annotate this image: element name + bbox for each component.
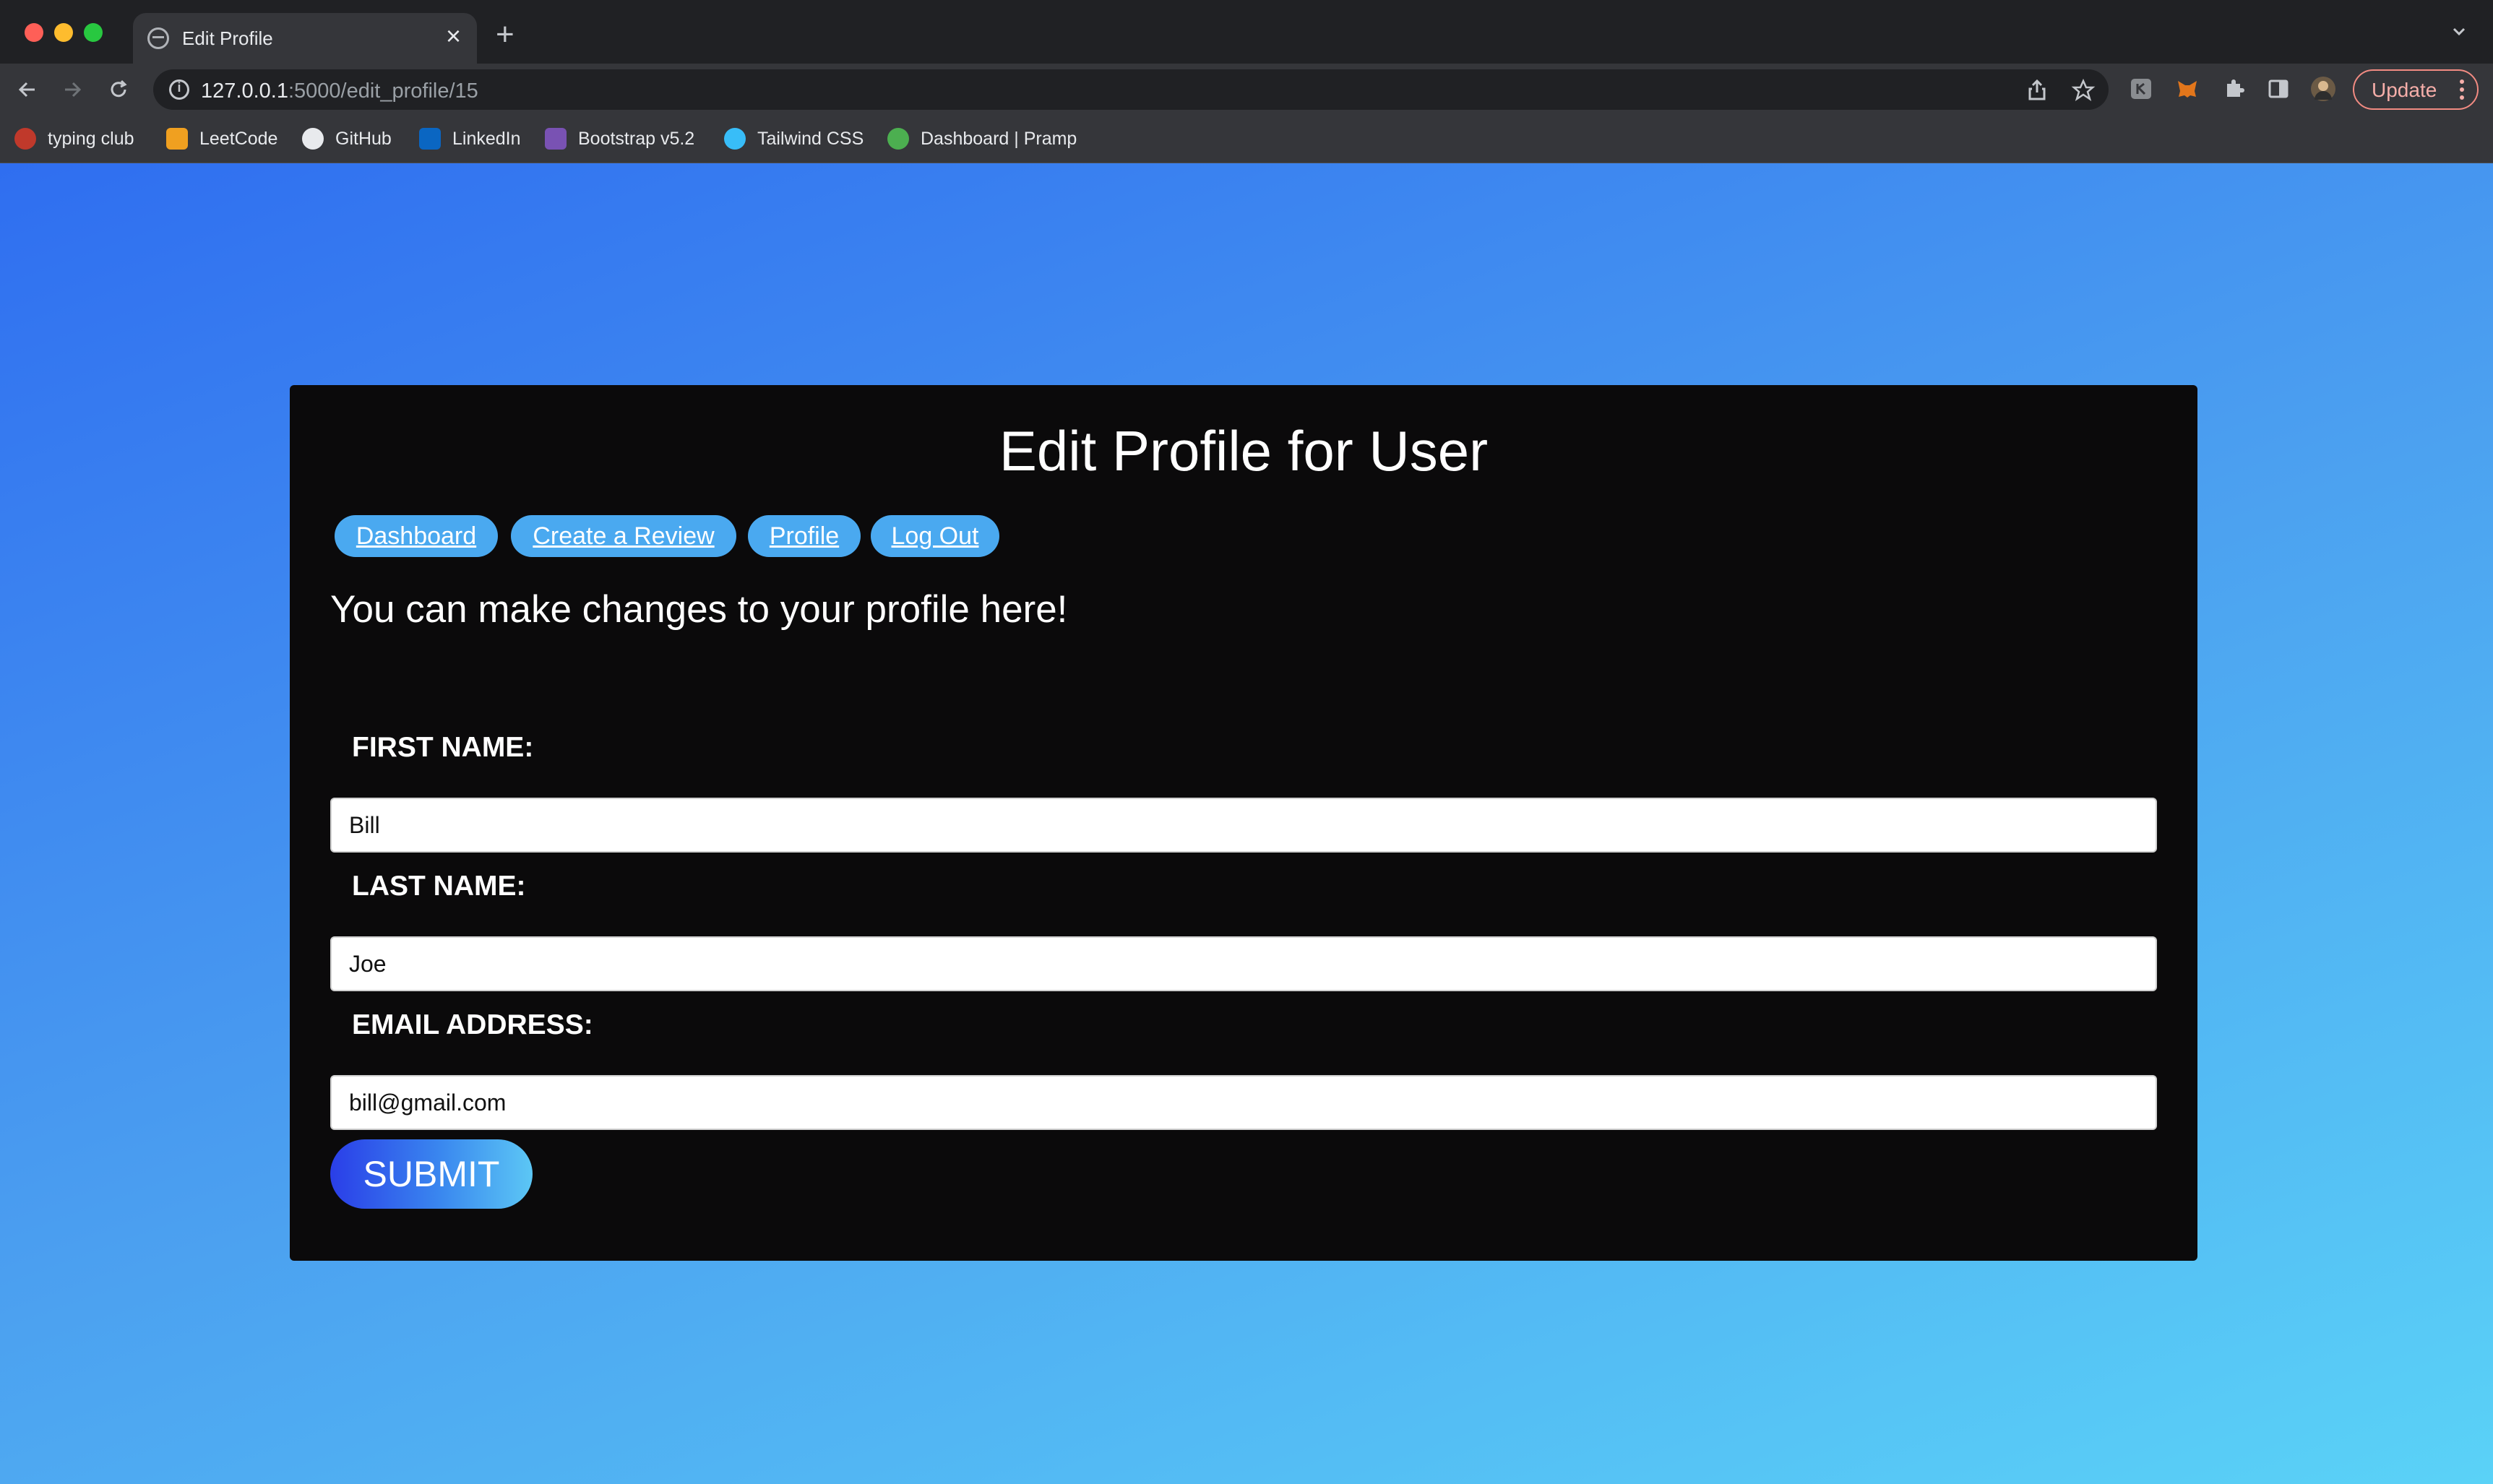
page-title: Edit Profile for User [999,419,1489,483]
submit-button[interactable]: SUBMIT [330,1139,533,1209]
typing-club-icon [14,128,36,150]
first-name-label: FIRST NAME: [352,732,534,763]
browser-tab-strip: Edit Profile × + [0,0,2493,64]
pramp-icon [887,128,909,150]
side-panel-icon[interactable] [2266,77,2291,101]
reload-icon[interactable] [106,77,132,103]
bookmark-star-icon[interactable] [2071,78,2096,103]
nav-logout-link[interactable]: Log Out [871,515,999,557]
minimize-window-button[interactable] [54,23,73,42]
share-icon[interactable] [2025,78,2049,103]
nav-dashboard-link[interactable]: Dashboard [335,515,498,557]
tab-search-icon[interactable] [2450,22,2468,40]
bookmarks-bar: typing club LeetCode GitHub LinkedIn Boo… [0,116,2493,163]
leetcode-icon [166,128,188,150]
back-icon[interactable] [14,77,40,103]
bookmark-leetcode[interactable]: LeetCode [166,124,277,153]
extensions-puzzle-icon[interactable] [2221,77,2246,101]
address-bar[interactable]: 127.0.0.1:5000/edit_profile/15 [153,69,2109,110]
page-viewport: Edit Profile for User Dashboard Create a… [0,163,2493,1484]
extension-icon[interactable] [2129,77,2153,101]
edit-profile-card: Edit Profile for User Dashboard Create a… [290,385,2197,1261]
more-vertical-icon [2460,79,2464,100]
first-name-input[interactable] [330,798,2157,853]
close-window-button[interactable] [25,23,43,42]
linkedin-icon [419,128,441,150]
github-icon [302,128,324,150]
metamask-icon[interactable] [2175,77,2200,101]
last-name-label: LAST NAME: [352,871,526,902]
bootstrap-icon [545,128,567,150]
intro-text: You can make changes to your profile her… [330,588,1068,631]
tailwind-icon [724,128,746,150]
nav-create-review-link[interactable]: Create a Review [511,515,736,557]
site-info-icon[interactable] [169,79,189,100]
bookmark-pramp[interactable]: Dashboard | Pramp [887,124,1077,153]
bookmark-tailwind[interactable]: Tailwind CSS [724,124,864,153]
bookmark-bootstrap[interactable]: Bootstrap v5.2 [545,124,694,153]
email-label: EMAIL ADDRESS: [352,1009,593,1040]
tab-title: Edit Profile [182,27,273,49]
new-tab-button[interactable]: + [496,19,514,51]
url-text: 127.0.0.1:5000/edit_profile/15 [201,79,478,103]
browser-toolbar: 127.0.0.1:5000/edit_profile/15 [0,64,2493,116]
nav-profile-link[interactable]: Profile [748,515,861,557]
bookmark-github[interactable]: GitHub [302,124,392,153]
update-button[interactable]: Update [2353,69,2479,110]
email-input[interactable] [330,1075,2157,1130]
bookmark-linkedin[interactable]: LinkedIn [419,124,521,153]
close-tab-icon[interactable]: × [446,23,461,49]
globe-icon [147,27,169,49]
active-tab[interactable]: Edit Profile × [133,13,477,64]
bookmark-typing-club[interactable]: typing club [14,124,134,153]
forward-icon[interactable] [59,77,85,103]
last-name-input[interactable] [330,936,2157,991]
maximize-window-button[interactable] [84,23,103,42]
profile-avatar-icon[interactable] [2311,77,2335,101]
